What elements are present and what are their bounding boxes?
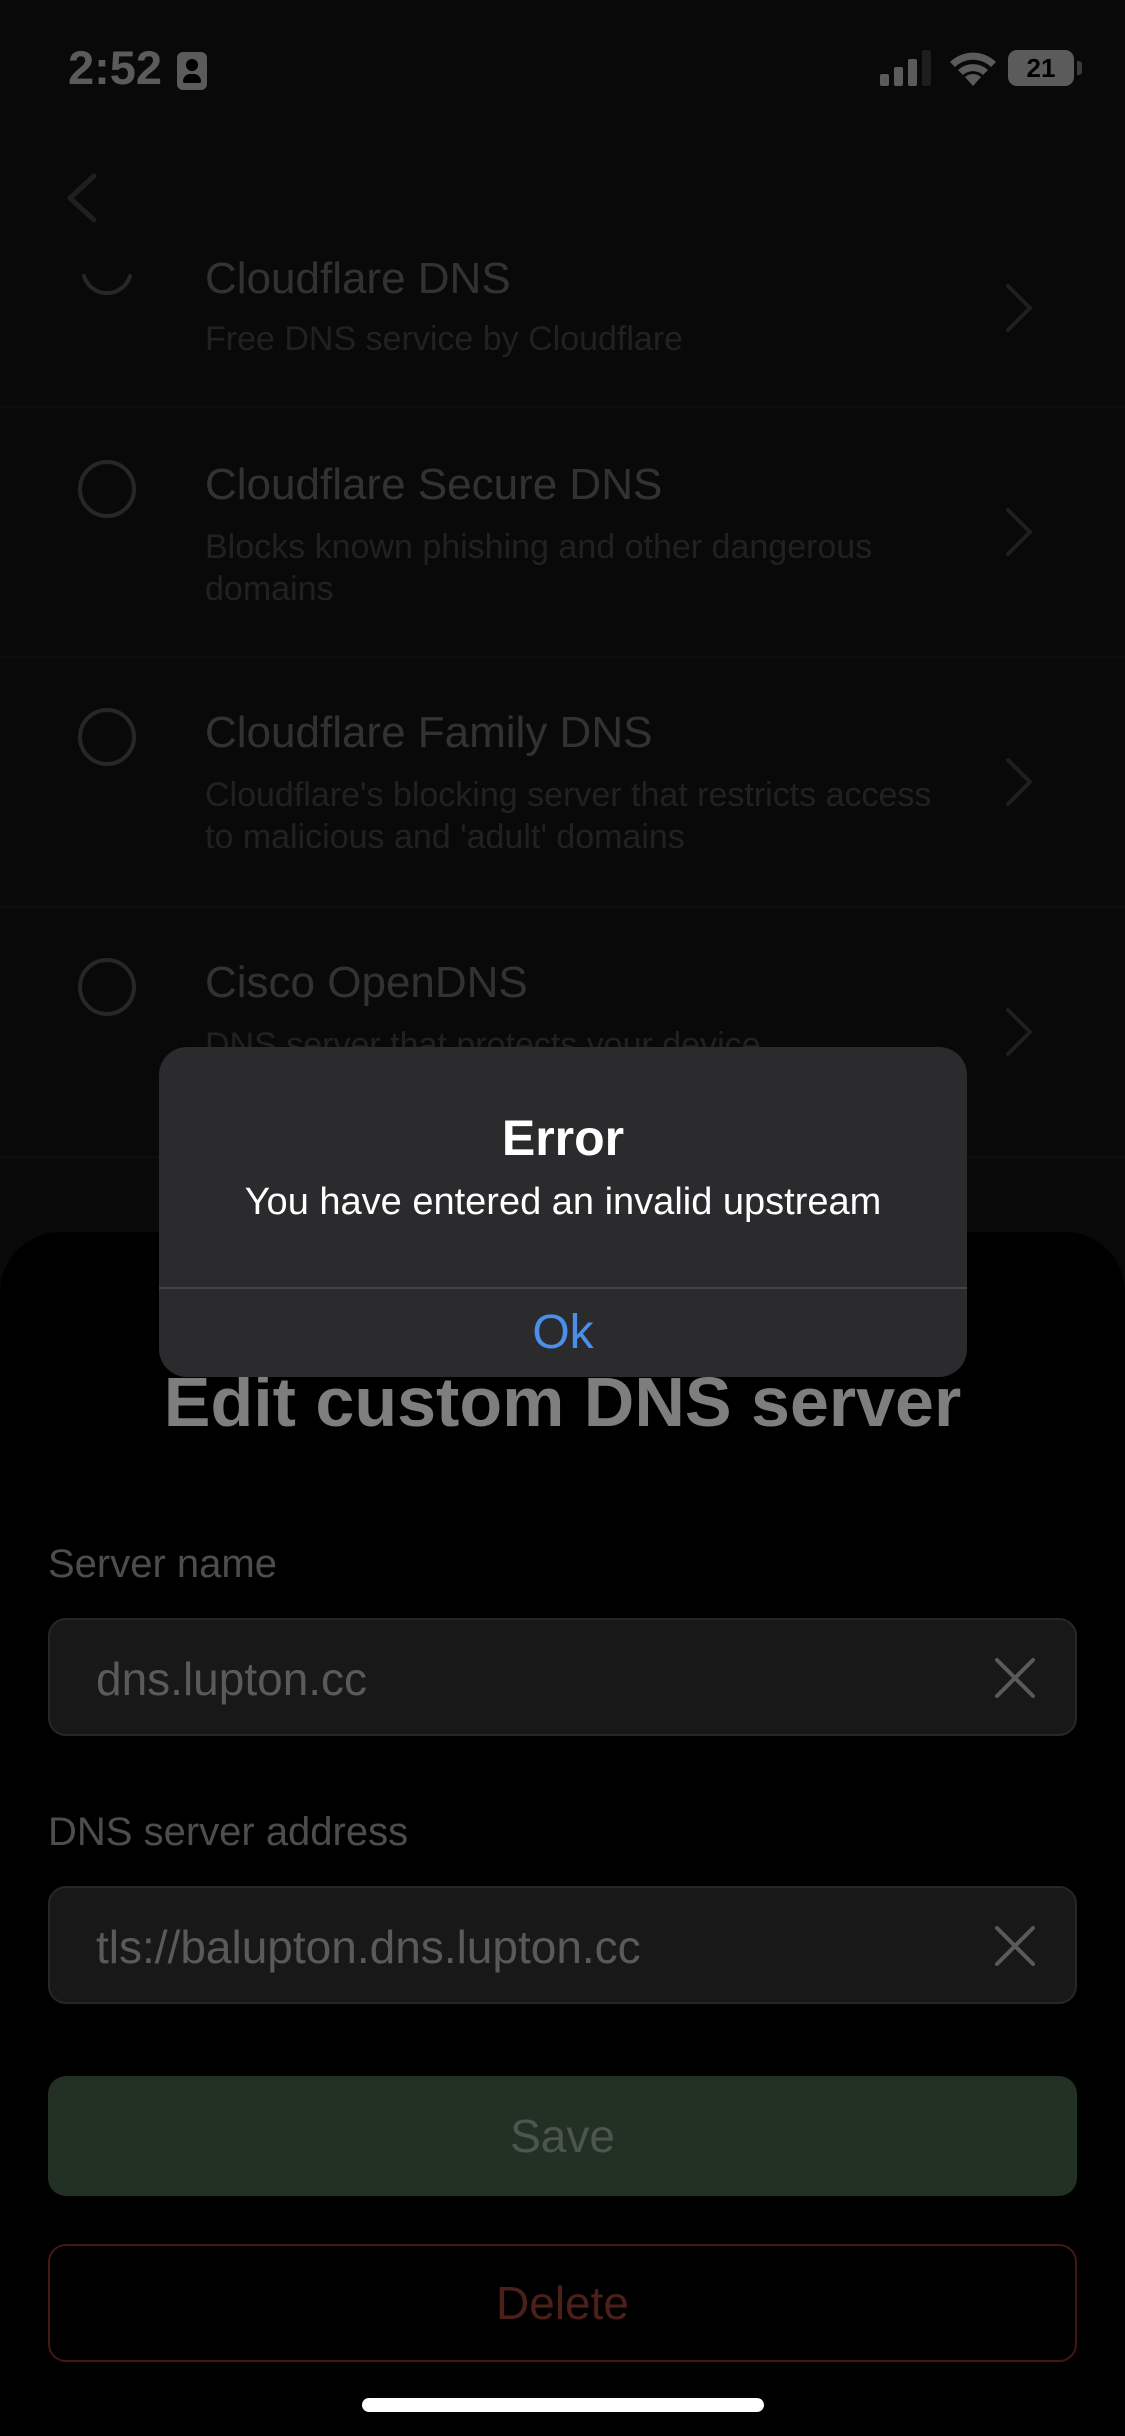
alert-message: You have entered an invalid upstream [244, 1181, 882, 1223]
screen: 2:52 21 Cloudflare DNS Free DNS service … [0, 0, 1125, 2436]
alert-title: Error [501, 1110, 625, 1166]
error-alert: Error You have entered an invalid upstre… [159, 1047, 967, 1377]
home-indicator[interactable] [362, 2398, 764, 2412]
alert-ok-button[interactable]: Ok [159, 1289, 967, 1377]
